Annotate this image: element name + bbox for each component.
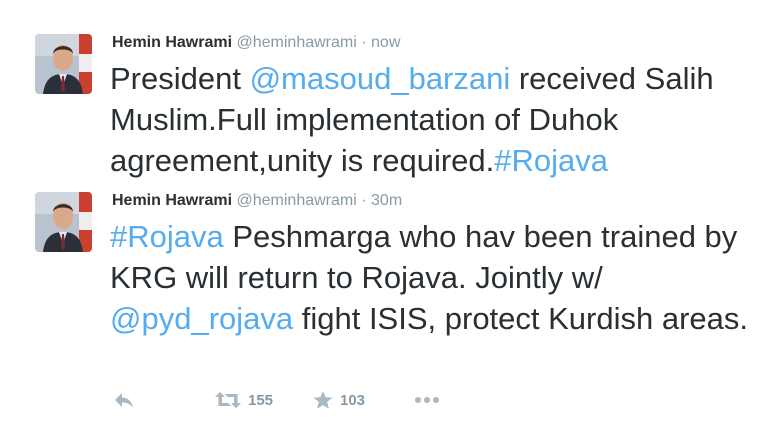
favorite-button[interactable]: 103 [312,388,365,412]
retweet-count: 155 [248,391,274,409]
profile-photo [35,192,92,252]
reply-button[interactable] [112,388,136,412]
author-name[interactable]: Hemin Hawrami [112,192,232,209]
more-icon [415,397,439,403]
hashtag-link[interactable]: #Rojava [494,143,608,178]
separator: · [361,192,367,209]
author-name[interactable]: Hemin Hawrami [112,34,232,51]
avatar[interactable] [35,192,92,252]
hashtag-link[interactable]: #Rojava [110,219,224,254]
tweet-actions: 155 103 [0,380,781,420]
author-handle[interactable]: @heminhawrami [237,34,357,51]
separator: · [361,34,367,51]
mention-link[interactable]: @pyd_rojava [110,301,293,336]
retweet-button[interactable]: 155 [214,388,273,412]
mention-link[interactable]: @masoud_barzani [250,61,511,96]
star-icon [313,391,333,409]
author-handle[interactable]: @heminhawrami [237,192,357,209]
tweet-header: Hemin Hawrami @heminhawrami · now [112,33,400,53]
more-button[interactable] [414,388,440,412]
timestamp[interactable]: 30m [371,192,402,209]
tweet-text: President @masoud_barzani received Salih… [110,58,770,181]
tweet-text-segment: fight ISIS, protect Kurdish areas. [293,301,749,336]
profile-photo [35,34,92,94]
avatar[interactable] [35,34,92,94]
tweet-header: Hemin Hawrami @heminhawrami · 30m [112,191,402,211]
timestamp[interactable]: now [371,34,400,51]
retweet-icon [215,392,241,408]
tweet-text: #Rojava Peshmarga who hav been trained b… [110,216,770,339]
reply-icon [115,393,133,408]
tweet-text-segment: President [110,61,250,96]
favorite-count: 103 [340,391,366,409]
